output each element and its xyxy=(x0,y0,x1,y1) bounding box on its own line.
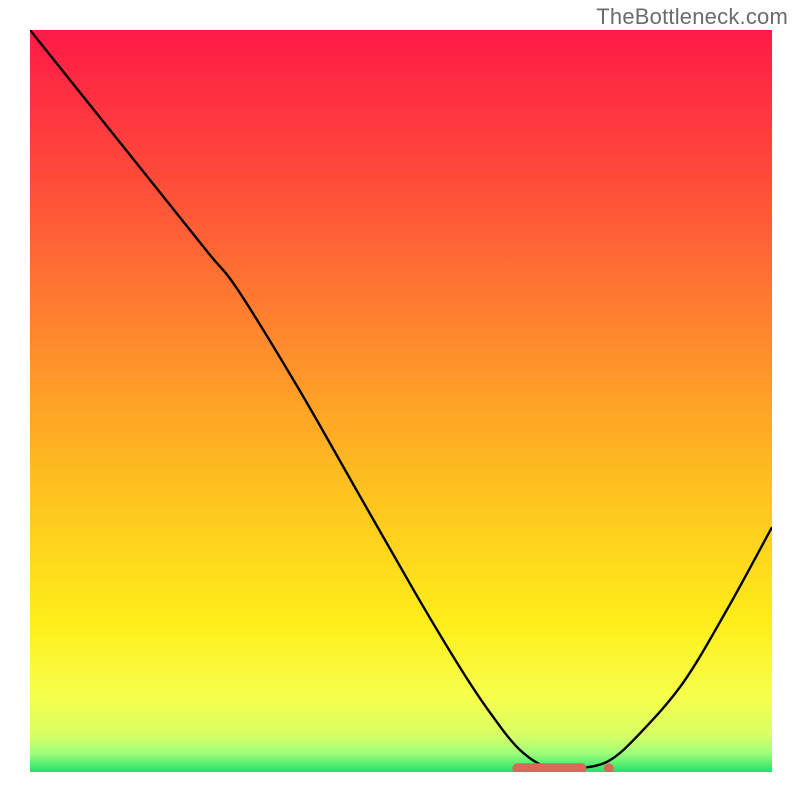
chart-stage: TheBottleneck.com xyxy=(0,0,800,800)
watermark-text: TheBottleneck.com xyxy=(596,4,788,30)
optimal-range-bar xyxy=(512,763,586,772)
chart-svg xyxy=(30,30,772,772)
gradient-background xyxy=(30,30,772,772)
plot-area xyxy=(30,30,772,772)
